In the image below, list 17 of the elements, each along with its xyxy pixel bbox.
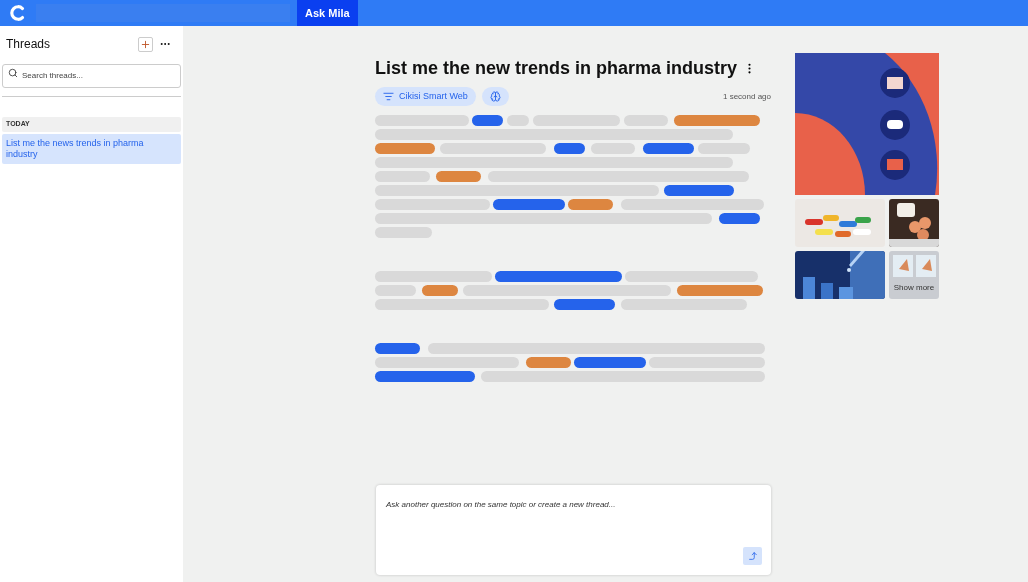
thread-title: List me the new trends in pharma industry <box>375 56 738 80</box>
source-chip[interactable]: Cikisi Smart Web <box>375 87 476 106</box>
plus-icon <box>140 38 151 50</box>
timestamp: 1 second ago <box>722 90 771 103</box>
sidebar-title: Threads <box>6 36 52 53</box>
send-button[interactable] <box>743 547 762 565</box>
nav-tab[interactable]: Ask Mila <box>297 0 358 26</box>
brain-button[interactable] <box>481 87 509 106</box>
logo-icon <box>9 4 27 22</box>
thread-item[interactable]: List me the news trends in pharma industry <box>2 134 181 164</box>
send-icon <box>747 551 758 561</box>
new-thread-button[interactable] <box>138 36 153 52</box>
search-field[interactable]: Search threads... <box>2 63 181 88</box>
search-icon <box>8 68 18 78</box>
brain-icon <box>489 91 501 102</box>
composer-field[interactable]: Ask another question on the same topic or create a new thread... <box>376 485 771 575</box>
filter-icon <box>383 91 394 102</box>
